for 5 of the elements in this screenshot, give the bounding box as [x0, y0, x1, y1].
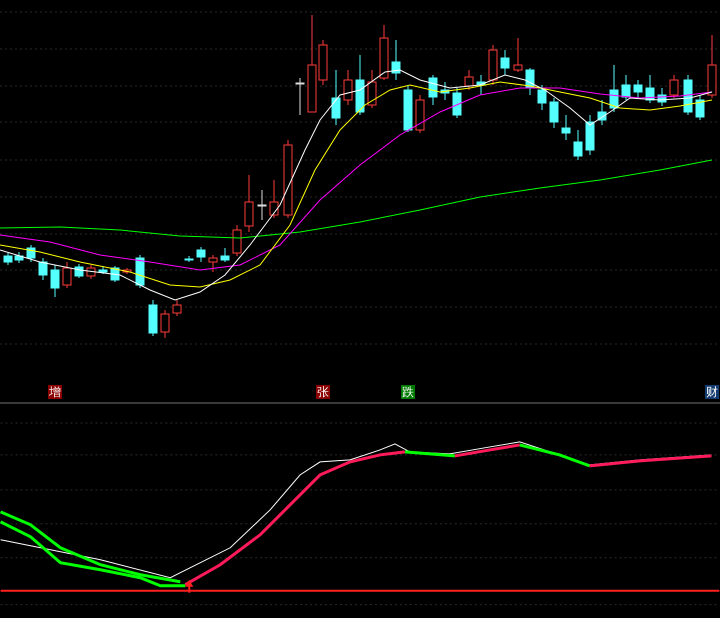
signal-tag: 跌	[401, 385, 415, 400]
signal-tag: 财	[705, 385, 719, 400]
signal-tag: 张	[316, 385, 330, 400]
signal-tag: 增	[48, 385, 62, 400]
up-arrow-icon	[185, 580, 194, 594]
